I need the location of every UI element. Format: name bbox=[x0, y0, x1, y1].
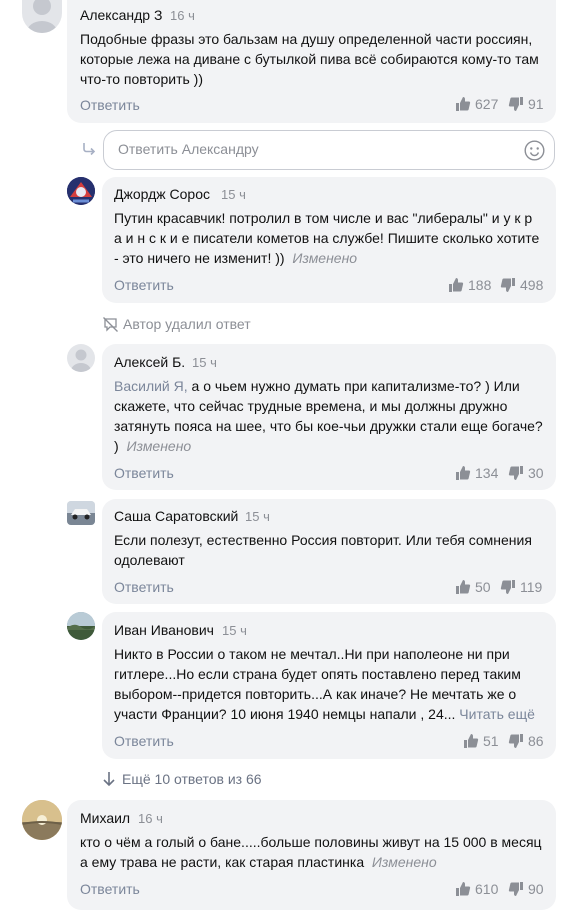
read-more-link[interactable]: Читать ещё bbox=[459, 706, 535, 722]
comment-author[interactable]: Александр З bbox=[80, 7, 162, 23]
comment-time: 15 ч bbox=[221, 187, 246, 202]
avatar[interactable] bbox=[67, 612, 95, 640]
more-replies-label: Ещё 10 ответов из 66 bbox=[122, 771, 262, 787]
comment-text: кто о чём а голый о бане.....больше поло… bbox=[80, 834, 542, 870]
mention-link[interactable]: Василий Я, bbox=[114, 378, 188, 394]
dislike-count: 498 bbox=[520, 277, 544, 293]
like-button[interactable]: 188 bbox=[448, 277, 491, 293]
reply-button[interactable]: Ответить bbox=[80, 881, 140, 897]
reply-arrow-icon bbox=[83, 143, 96, 156]
more-replies-button[interactable]: Ещё 10 ответов из 66 bbox=[102, 771, 262, 787]
smile-icon[interactable] bbox=[524, 140, 545, 161]
dislike-count: 119 bbox=[520, 579, 543, 595]
reply-input-box[interactable] bbox=[103, 130, 555, 170]
comment-text: Никто в России о таком не мечтал..Ни при… bbox=[114, 646, 535, 722]
dislike-count: 30 bbox=[528, 465, 544, 481]
edited-label: Изменено bbox=[371, 854, 437, 870]
avatar[interactable] bbox=[22, 0, 62, 33]
thumbs-down-icon bbox=[500, 278, 515, 292]
comment-time: 16 ч bbox=[138, 811, 163, 826]
thumbs-up-icon bbox=[464, 734, 479, 748]
edited-label: Изменено bbox=[126, 438, 192, 454]
dislike-button[interactable]: 86 bbox=[508, 733, 544, 749]
reply-button[interactable]: Ответить bbox=[114, 465, 174, 481]
comment-time: 16 ч bbox=[170, 8, 195, 23]
dislike-button[interactable]: 30 bbox=[508, 465, 544, 481]
reply-button[interactable]: Ответить bbox=[114, 579, 174, 595]
like-count: 627 bbox=[475, 96, 499, 112]
like-button[interactable]: 134 bbox=[455, 465, 498, 481]
thumbs-up-icon bbox=[449, 278, 464, 292]
like-count: 134 bbox=[475, 465, 499, 481]
like-button[interactable]: 50 bbox=[455, 579, 491, 595]
avatar[interactable] bbox=[67, 177, 95, 205]
edited-label: Изменено bbox=[292, 250, 358, 266]
comment-author[interactable]: Джордж Сорос bbox=[114, 186, 210, 202]
like-button[interactable]: 51 bbox=[463, 733, 499, 749]
thumbs-up-icon bbox=[456, 97, 471, 111]
comment-author[interactable]: Саша Саратовский bbox=[114, 508, 238, 524]
avatar[interactable] bbox=[67, 344, 95, 372]
thumbs-up-icon bbox=[456, 882, 471, 896]
comment-text: Путин красавчик! потролил в том числе и … bbox=[114, 210, 540, 266]
comment-time: 15 ч bbox=[192, 355, 217, 370]
reply-button[interactable]: Ответить bbox=[80, 97, 140, 113]
dislike-button[interactable]: 90 bbox=[508, 881, 544, 897]
thumbs-down-icon bbox=[508, 97, 523, 111]
thumbs-down-icon bbox=[508, 466, 523, 480]
thumbs-up-icon bbox=[456, 580, 471, 594]
like-button[interactable]: 610 bbox=[455, 881, 498, 897]
thumbs-up-icon bbox=[456, 466, 471, 480]
thumbs-down-icon bbox=[508, 882, 523, 896]
dislike-count: 90 bbox=[528, 881, 544, 897]
comment-time: 15 ч bbox=[222, 623, 247, 638]
comment-text: Если полезут, естественно Россия повтори… bbox=[114, 532, 532, 568]
avatar[interactable] bbox=[22, 800, 62, 840]
dislike-button[interactable]: 119 bbox=[500, 579, 542, 595]
avatar[interactable] bbox=[67, 501, 95, 525]
comment-text: Василий Я, а о чьем нужно думать при кап… bbox=[114, 378, 543, 454]
like-count: 51 bbox=[483, 733, 499, 749]
comment-author[interactable]: Михаил bbox=[80, 810, 130, 826]
dislike-button[interactable]: 498 bbox=[500, 277, 543, 293]
comment-author[interactable]: Алексей Б. bbox=[114, 354, 185, 370]
reply-input[interactable] bbox=[118, 141, 498, 157]
comment-time: 15 ч bbox=[245, 509, 270, 524]
like-count: 50 bbox=[475, 579, 491, 595]
deleted-comment-icon bbox=[103, 317, 118, 332]
thumbs-down-icon bbox=[500, 580, 515, 594]
thumbs-down-icon bbox=[508, 734, 523, 748]
deleted-notice: Автор удалил ответ bbox=[123, 316, 251, 332]
reply-button[interactable]: Ответить bbox=[114, 277, 174, 293]
arrow-down-icon bbox=[103, 772, 115, 787]
dislike-count: 86 bbox=[528, 733, 544, 749]
like-count: 188 bbox=[468, 277, 492, 293]
dislike-button[interactable]: 91 bbox=[508, 96, 544, 112]
comment-text: Подобные фразы это бальзам на душу опред… bbox=[80, 31, 539, 87]
reply-button[interactable]: Ответить bbox=[114, 733, 174, 749]
comment-author[interactable]: Иван Иванович bbox=[114, 622, 214, 638]
like-button[interactable]: 627 bbox=[455, 96, 498, 112]
like-count: 610 bbox=[475, 881, 499, 897]
dislike-count: 91 bbox=[528, 96, 544, 112]
